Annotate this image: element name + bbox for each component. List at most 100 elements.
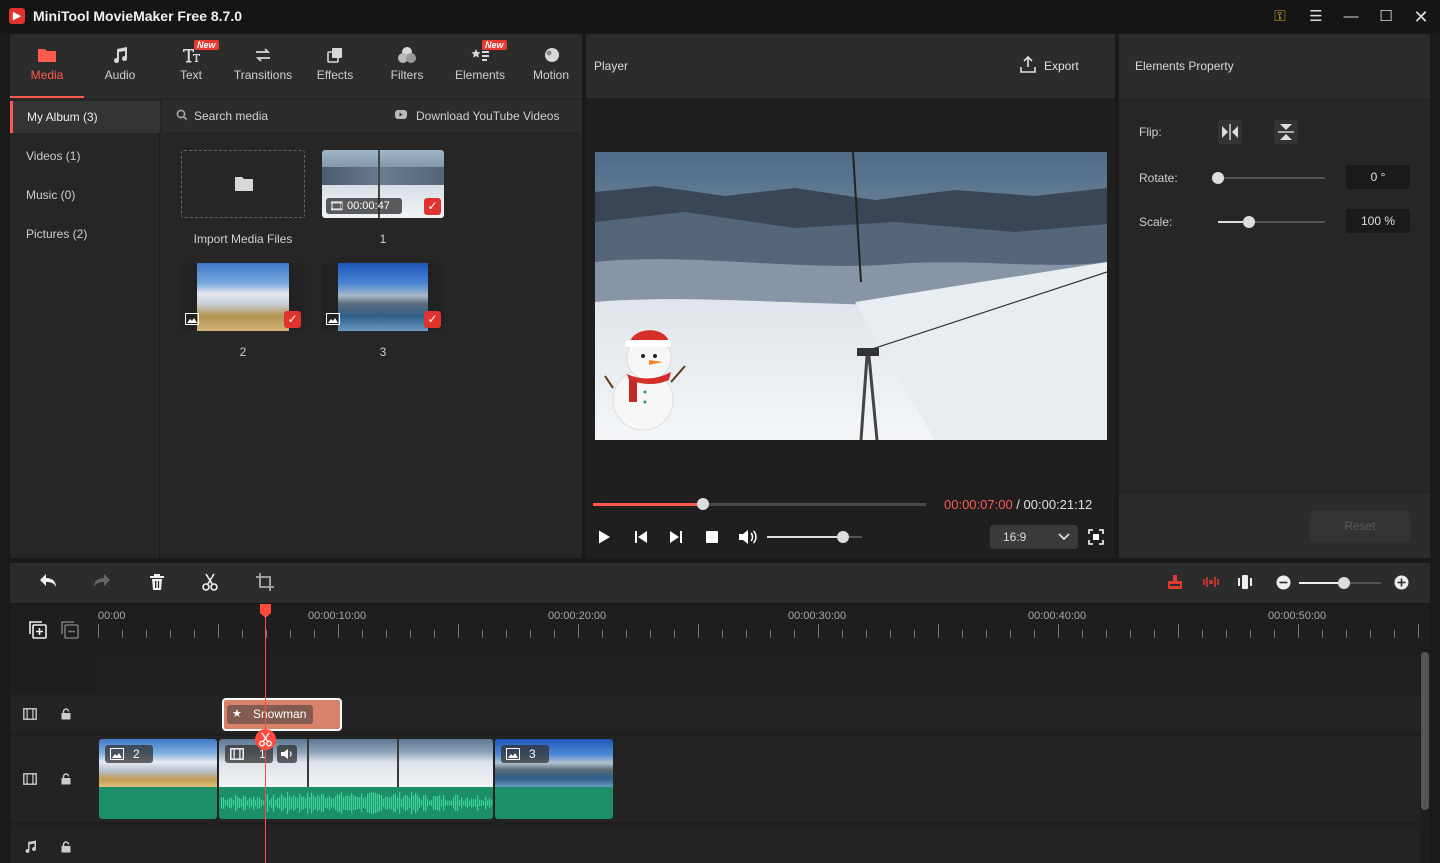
sidebar-item-pictures[interactable]: Pictures (2) bbox=[10, 218, 160, 250]
scale-slider[interactable] bbox=[1218, 216, 1325, 228]
tab-audio[interactable]: Audio bbox=[84, 34, 156, 98]
new-badge: New bbox=[194, 40, 219, 50]
zoom-handle[interactable] bbox=[1338, 577, 1350, 589]
ruler-tick bbox=[1250, 630, 1251, 638]
tab-elements[interactable]: New Elements bbox=[444, 34, 516, 98]
volume-button[interactable] bbox=[738, 529, 758, 547]
sidebar-item-label: My Album (3) bbox=[27, 110, 98, 124]
split-button[interactable] bbox=[201, 573, 221, 593]
sidebar-item-my-album[interactable]: My Album (3) bbox=[10, 101, 160, 133]
timeline-scrollbar[interactable] bbox=[1421, 652, 1429, 810]
previous-frame-button[interactable] bbox=[633, 529, 651, 547]
media-item-image[interactable]: ✓ bbox=[322, 263, 444, 331]
flip-horizontal-icon bbox=[1222, 124, 1238, 140]
fullscreen-button[interactable] bbox=[1088, 529, 1106, 547]
rotate-slider[interactable] bbox=[1212, 172, 1325, 184]
reset-button[interactable]: Reset bbox=[1310, 511, 1410, 542]
waveform-bar bbox=[339, 794, 341, 812]
media-item-video[interactable]: 🎞 00:00:47 ✓ bbox=[322, 150, 444, 218]
volume-slider[interactable] bbox=[767, 531, 862, 543]
maximize-button[interactable]: ☐ bbox=[1374, 6, 1398, 28]
timeline-clip-video[interactable]: 1 bbox=[219, 739, 493, 819]
media-item-name: 2 bbox=[239, 345, 247, 359]
tab-filters[interactable]: Filters bbox=[370, 34, 444, 98]
waveform-bar bbox=[303, 796, 305, 810]
waveform-bar bbox=[343, 796, 345, 810]
waveform-bar bbox=[227, 799, 229, 807]
remove-track-button[interactable] bbox=[61, 621, 79, 639]
lock-icon[interactable] bbox=[60, 773, 72, 785]
element-clip-snowman[interactable]: ★ Snowman bbox=[222, 698, 342, 731]
audio-waveform bbox=[221, 792, 493, 814]
waveform-bar bbox=[407, 795, 409, 811]
ruler-tick bbox=[170, 630, 171, 638]
flip-vertical-button[interactable] bbox=[1274, 120, 1298, 144]
tab-effects[interactable]: Effects bbox=[300, 34, 370, 98]
delete-button[interactable] bbox=[148, 573, 168, 593]
snowman-sticker[interactable] bbox=[603, 322, 693, 432]
ruler-tick bbox=[554, 630, 555, 638]
playhead-handle[interactable] bbox=[260, 604, 271, 618]
next-frame-button[interactable] bbox=[668, 529, 686, 547]
menu-icon[interactable]: ☰ bbox=[1304, 6, 1328, 28]
search-input[interactable]: Search media bbox=[194, 109, 268, 123]
volume-handle[interactable] bbox=[837, 531, 849, 543]
stop-button[interactable] bbox=[704, 529, 722, 547]
split-audio-button[interactable] bbox=[1202, 573, 1222, 593]
crop-button[interactable] bbox=[256, 573, 276, 593]
add-track-button[interactable] bbox=[29, 621, 47, 639]
aspect-ratio-select[interactable]: 16:9 bbox=[990, 525, 1078, 549]
tab-media[interactable]: Media bbox=[10, 34, 84, 98]
timeline-clip-image[interactable]: 3 bbox=[495, 739, 613, 819]
lock-icon[interactable] bbox=[60, 708, 72, 720]
fit-timeline-button[interactable] bbox=[1236, 573, 1256, 593]
scale-value-input[interactable]: 100 % bbox=[1346, 209, 1410, 233]
play-button[interactable] bbox=[596, 529, 614, 547]
export-button[interactable]: Export bbox=[1018, 56, 1088, 76]
zoom-slider[interactable] bbox=[1299, 577, 1381, 589]
rotate-handle[interactable] bbox=[1212, 172, 1224, 184]
timeline-clip-image[interactable]: 2 bbox=[99, 739, 217, 819]
time-ruler[interactable]: 00:00 00:00:10:00 00:00:20:00 00:00:30:0… bbox=[98, 604, 1419, 652]
waveform-bar bbox=[295, 796, 297, 810]
tab-text[interactable]: New Text bbox=[156, 34, 226, 98]
redo-icon bbox=[94, 574, 110, 587]
waveform-bar bbox=[293, 795, 295, 811]
waveform-bar bbox=[373, 792, 375, 814]
split-playhead-button[interactable] bbox=[255, 729, 276, 750]
clip-audio-badge[interactable] bbox=[277, 745, 297, 763]
play-icon bbox=[599, 530, 610, 544]
tab-transitions[interactable]: Transitions bbox=[226, 34, 300, 98]
ruler-tick bbox=[314, 630, 315, 638]
import-media-button[interactable] bbox=[181, 150, 305, 218]
waveform-bar bbox=[387, 796, 389, 810]
lock-icon[interactable] bbox=[60, 841, 72, 853]
sidebar-item-music[interactable]: Music (0) bbox=[10, 179, 160, 211]
rotate-value-input[interactable]: 0 ° bbox=[1346, 165, 1410, 189]
waveform-bar bbox=[223, 797, 225, 809]
snap-button[interactable] bbox=[1166, 573, 1186, 593]
video-preview bbox=[595, 152, 1107, 440]
scale-handle[interactable] bbox=[1243, 216, 1255, 228]
media-item-image[interactable]: ✓ bbox=[181, 263, 305, 331]
redo-button[interactable] bbox=[92, 572, 114, 594]
tab-motion[interactable]: Motion bbox=[516, 34, 586, 98]
media-item-name: 3 bbox=[379, 345, 387, 359]
sidebar-item-videos[interactable]: Videos (1) bbox=[10, 140, 160, 172]
waveform-bar bbox=[221, 797, 223, 809]
close-button[interactable]: ✕ bbox=[1409, 6, 1433, 28]
flip-horizontal-button[interactable] bbox=[1218, 120, 1242, 144]
sidebar-item-label: Pictures (2) bbox=[26, 227, 88, 241]
waveform-bar bbox=[319, 796, 321, 810]
undo-button[interactable] bbox=[38, 572, 60, 594]
download-youtube-button[interactable]: Download YouTube Videos bbox=[416, 109, 559, 123]
app-logo-icon: ▶ bbox=[9, 8, 25, 24]
zoom-in-button[interactable] bbox=[1394, 575, 1410, 591]
key-icon[interactable]: ⚿ bbox=[1268, 6, 1292, 28]
minimize-button[interactable]: — bbox=[1339, 6, 1363, 28]
waveform-bar bbox=[375, 792, 377, 814]
ruler-tick bbox=[578, 624, 579, 638]
playback-progress-track[interactable] bbox=[593, 498, 926, 510]
zoom-out-button[interactable] bbox=[1276, 575, 1292, 591]
playback-progress-handle[interactable] bbox=[697, 498, 709, 510]
